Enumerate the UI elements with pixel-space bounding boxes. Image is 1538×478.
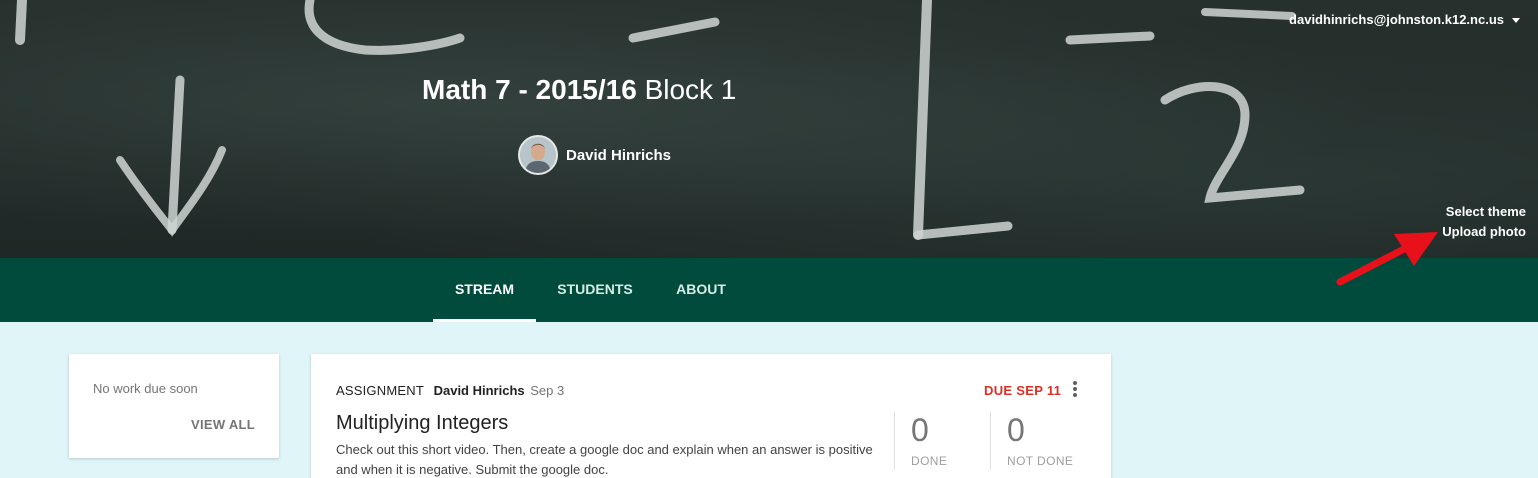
class-title: Math 7 - 2015/16 Block 1: [422, 74, 736, 106]
post-type: ASSIGNMENT: [336, 383, 424, 398]
class-banner: davidhinrichs@johnston.k12.nc.us Math 7 …: [0, 0, 1538, 258]
teacher-info: David Hinrichs: [518, 135, 671, 175]
annotation-arrow-icon: [1336, 232, 1438, 286]
not-done-stat[interactable]: 0 NOT DONE: [1007, 412, 1073, 468]
class-name: Math 7 - 2015/16: [422, 74, 637, 105]
assignment-card[interactable]: ASSIGNMENT David Hinrichs Sep 3 DUE SEP …: [311, 354, 1111, 478]
account-menu[interactable]: davidhinrichs@johnston.k12.nc.us: [1289, 12, 1520, 27]
class-section: Block 1: [644, 74, 737, 105]
upcoming-message: No work due soon: [93, 381, 198, 396]
tab-bar: STREAM STUDENTS ABOUT: [0, 258, 1538, 322]
theme-links: Select theme Upload photo: [1442, 202, 1526, 242]
caret-down-icon: [1512, 18, 1520, 23]
tab-about[interactable]: ABOUT: [664, 258, 738, 322]
account-email: davidhinrichs@johnston.k12.nc.us: [1289, 12, 1504, 27]
done-label: DONE: [911, 454, 948, 468]
post-author: David Hinrichs: [433, 383, 525, 398]
post-body: Check out this short video. Then, create…: [336, 442, 873, 477]
view-all-link[interactable]: VIEW ALL: [191, 417, 255, 432]
not-done-label: NOT DONE: [1007, 454, 1074, 468]
done-count: 0: [911, 412, 929, 448]
tab-stream[interactable]: STREAM: [433, 258, 536, 322]
stat-divider: [990, 412, 991, 470]
stat-divider: [894, 412, 895, 470]
post-meta: ASSIGNMENT David Hinrichs Sep 3: [336, 383, 564, 398]
select-theme-link[interactable]: Select theme: [1442, 202, 1526, 222]
done-stat[interactable]: 0 DONE: [911, 412, 947, 468]
post-date: Sep 3: [530, 383, 565, 398]
upload-photo-link[interactable]: Upload photo: [1442, 222, 1526, 242]
tab-students[interactable]: STUDENTS: [546, 258, 644, 322]
teacher-name: David Hinrichs: [566, 146, 672, 164]
teacher-avatar: [518, 135, 558, 175]
chalkboard-drawing: [15, 0, 1305, 240]
post-title[interactable]: Multiplying Integers: [336, 412, 508, 435]
due-date: DUE SEP 11: [984, 383, 1062, 398]
not-done-count: 0: [1007, 412, 1025, 448]
more-vert-icon[interactable]: [1068, 380, 1082, 400]
upcoming-card: No work due soon VIEW ALL: [69, 354, 279, 458]
